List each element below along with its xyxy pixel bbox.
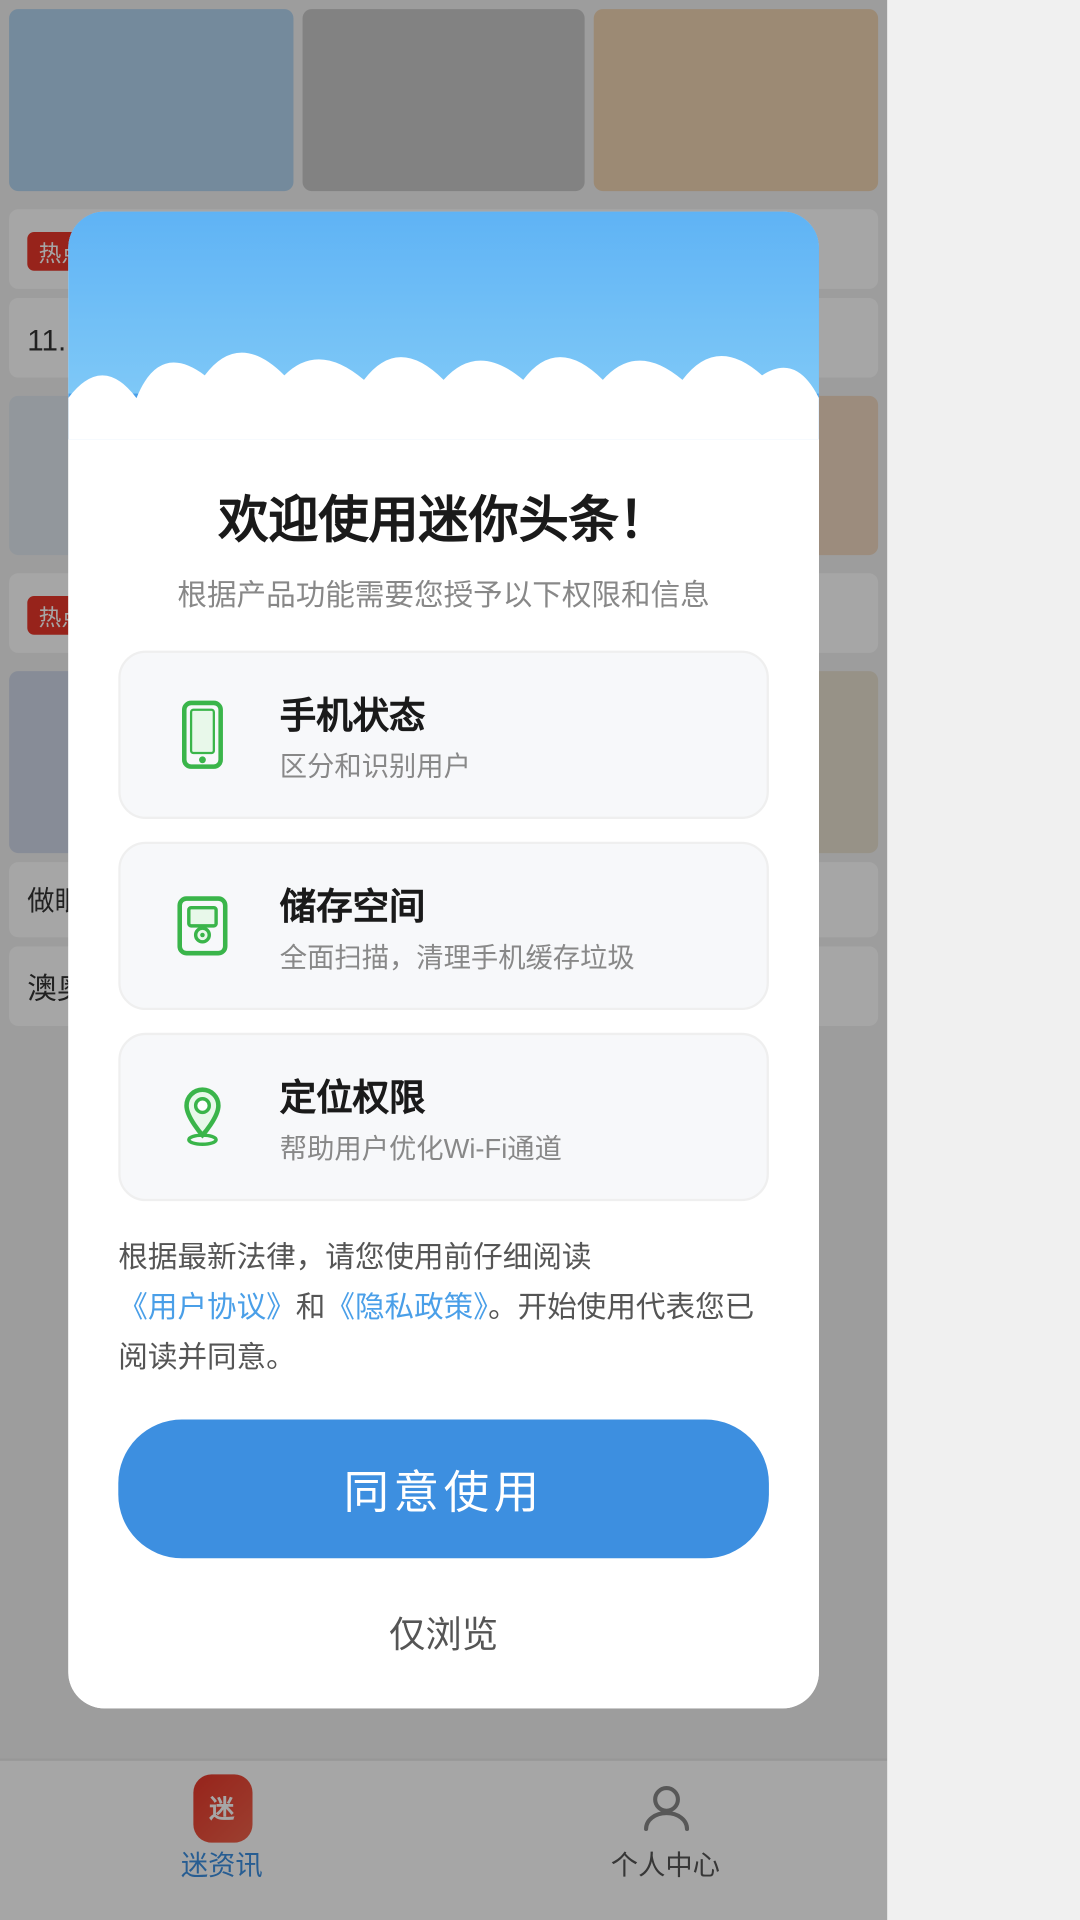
modal-overlay: 欢迎使用迷你头条！ 根据产品功能需要您授予以下权限和信息 手机状态 区分和识别用… [0,0,887,1920]
location-icon [157,1071,248,1162]
storage-icon [157,880,248,971]
phone-state-icon [157,689,248,780]
storage-title: 储存空间 [280,876,635,931]
permission-phone-state: 手机状态 区分和识别用户 [118,650,769,818]
storage-desc: 全面扫描，清理手机缓存垃圾 [280,937,635,976]
user-agreement-link[interactable]: 《用户协议》 [118,1290,295,1324]
phone-state-desc: 区分和识别用户 [280,746,471,785]
privacy-policy-link[interactable]: 《隐私政策》 [325,1290,488,1324]
dialog-header [68,211,819,438]
storage-text: 储存空间 全面扫描，清理手机缓存垃圾 [280,876,635,976]
dialog-subtitle: 根据产品功能需要您授予以下权限和信息 [118,571,769,614]
legal-text: 根据最新法律，请您使用前仔细阅读《用户协议》和《隐私政策》。开始使用代表您已阅读… [118,1233,769,1384]
phone-state-text: 手机状态 区分和识别用户 [280,684,471,784]
permissions-dialog: 欢迎使用迷你头条！ 根据产品功能需要您授予以下权限和信息 手机状态 区分和识别用… [68,211,819,1709]
browse-only-button[interactable]: 仅浏览 [118,1586,769,1668]
location-title: 定位权限 [280,1067,562,1122]
phone-state-title: 手机状态 [280,684,471,739]
dialog-title: 欢迎使用迷你头条！ [118,439,769,571]
permission-location: 定位权限 帮助用户优化Wi-Fi通道 [118,1032,769,1200]
location-text: 定位权限 帮助用户优化Wi-Fi通道 [280,1067,562,1167]
agree-button[interactable]: 同意使用 [118,1420,769,1559]
dialog-body: 欢迎使用迷你头条！ 根据产品功能需要您授予以下权限和信息 手机状态 区分和识别用… [68,439,819,1709]
location-desc: 帮助用户优化Wi-Fi通道 [280,1128,562,1167]
permission-storage: 储存空间 全面扫描，清理手机缓存垃圾 [118,841,769,1009]
